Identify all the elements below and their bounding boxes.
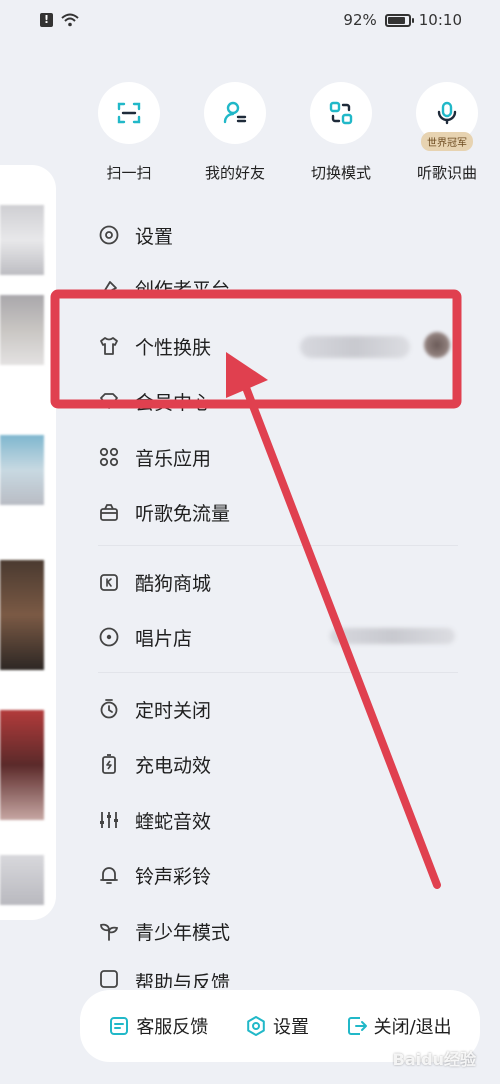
service-feedback-button[interactable]: 客服反馈 [108,1013,208,1039]
blurred-thumb [0,855,44,905]
status-right: 92% 10:10 [343,11,462,29]
blurred-thumb [0,435,44,505]
menu-item-free-data[interactable]: 听歌免流量 [98,492,230,532]
clock: 10:10 [418,11,462,29]
menu-item-creator-platform[interactable]: 创作者平台 [98,268,230,308]
bottom-settings-label: 设置 [272,1017,309,1038]
charging-icon [98,753,120,775]
menu-label-sleep-timer: 定时关闭 [135,699,212,722]
menu-item-skin[interactable]: 个性换肤 [98,326,211,366]
quick-switch-mode[interactable]: 切换模式 [308,82,374,183]
quick-friends-circle[interactable] [204,82,266,144]
vip-icon [98,390,120,412]
bell-icon [98,864,120,886]
menu-label-viper-sound: 蝰蛇音效 [135,810,212,833]
pointer-arrow-head [226,352,268,398]
sprout-icon [98,920,120,942]
tshirt-icon [98,335,120,357]
menu-label-settings: 设置 [135,225,174,248]
blurred-thumb [0,295,44,365]
menu-item-mall[interactable]: 酷狗商城 [98,562,211,602]
menu-label-free-data: 听歌免流量 [135,502,231,525]
blurred-thumb [0,560,44,670]
wifi-icon [61,13,79,27]
menu-item-ringtone[interactable]: 铃声彩铃 [98,855,211,895]
apps-grid-icon [98,446,120,468]
gift-box-icon [98,501,120,523]
menu-item-charge-effect[interactable]: 充电动效 [98,744,211,784]
menu-divider [98,672,458,673]
menu-item-vip-center[interactable]: 会员中心 [98,381,211,421]
skin-current-value [300,336,410,358]
menu-label-record-store: 唱片店 [135,627,193,650]
menu-label-charge-effect: 充电动效 [135,754,212,777]
bottom-settings-button[interactable]: 设置 [245,1013,309,1039]
menu-label-creator-platform: 创作者平台 [135,278,231,301]
menu-label-mall: 酷狗商城 [135,572,212,595]
menu-item-record-store[interactable]: 唱片店 [98,617,192,657]
timer-icon [98,698,120,720]
quick-friends-label: 我的好友 [204,164,265,182]
menu-label-ringtone: 铃声彩铃 [135,865,212,888]
quick-switch-mode-circle[interactable] [310,82,372,144]
friends-icon [223,101,247,124]
status-bar: ! 92% 10:10 [0,0,500,40]
menu-item-viper-sound[interactable]: 蝰蛇音效 [98,800,211,840]
exit-icon [347,1017,367,1035]
menu-label-skin: 个性换肤 [135,336,212,359]
quick-friends[interactable]: 我的好友 [202,82,268,183]
alert-icon: ! [40,13,53,27]
quick-switch-mode-label: 切换模式 [310,164,371,182]
feedback-icon [110,1017,129,1035]
menu-item-settings[interactable]: 设置 [98,215,173,255]
scan-icon [117,102,141,124]
menu-item-sleep-timer[interactable]: 定时关闭 [98,689,211,729]
champion-badge: 世界冠军 [421,132,473,151]
blurred-thumb [0,710,44,820]
quick-scan-circle[interactable] [98,82,160,144]
menu-label-teen-mode: 青少年模式 [135,921,231,944]
quick-music-recognition[interactable]: 世界冠军 听歌识曲 [414,82,480,183]
quick-scan-label: 扫一扫 [106,164,152,182]
watermark-logo: Baidu经验 [392,1050,476,1069]
gear-icon [247,1016,265,1036]
quick-actions: 扫一扫 我的好友 切换模式 世界冠军 听歌识曲 [96,82,480,183]
battery-icon [384,13,414,27]
menu-label-vip-center: 会员中心 [135,391,212,414]
mall-icon [98,571,120,593]
background-content-peek [0,165,56,920]
service-feedback-label: 客服反馈 [136,1017,209,1038]
quick-music-recognition-label: 听歌识曲 [416,164,477,182]
creator-icon [98,277,120,299]
equalizer-icon [98,809,120,831]
switch-mode-icon [329,101,353,125]
record-store-value [330,628,455,644]
skin-thumbnail [424,332,450,358]
menu-label-help-feedback: 帮助与反馈 [135,972,231,988]
help-icon [98,968,120,988]
close-exit-label: 关闭/退出 [373,1017,452,1038]
menu-item-help-feedback[interactable]: 帮助与反馈 [98,964,230,988]
menu-item-teen-mode[interactable]: 青少年模式 [98,911,230,951]
battery-percent: 92% [343,11,377,29]
menu-item-music-apps[interactable]: 音乐应用 [98,437,211,477]
blurred-thumb [0,205,44,275]
quick-scan[interactable]: 扫一扫 [96,82,162,183]
close-exit-button[interactable]: 关闭/退出 [346,1013,452,1039]
status-left: ! [40,13,79,27]
vinyl-record-icon [98,626,120,648]
menu-divider [98,545,458,546]
settings-icon [98,224,120,246]
menu-label-music-apps: 音乐应用 [135,447,212,470]
music-recognition-icon [437,101,457,125]
